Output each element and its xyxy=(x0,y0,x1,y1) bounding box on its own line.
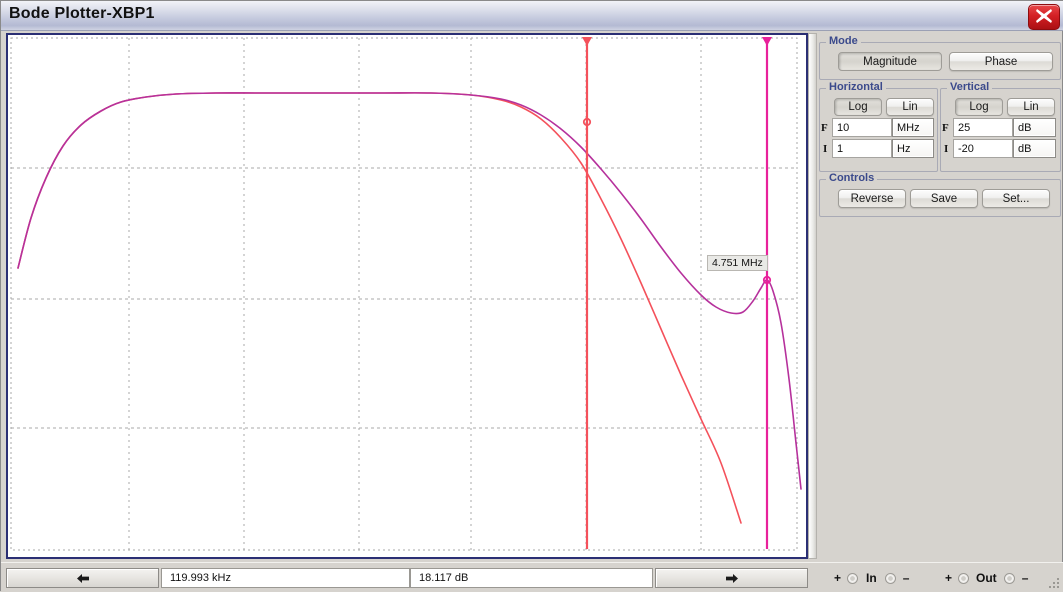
vertical-lin-button[interactable]: Lin xyxy=(1007,98,1055,116)
horizontal-group: Horizontal Log Lin F 10 MHz I 1 Hz xyxy=(819,81,938,172)
horizontal-lin-button[interactable]: Lin xyxy=(886,98,934,116)
vertical-final-value-field[interactable]: 25 xyxy=(953,118,1013,137)
mode-group: Mode Magnitude Phase xyxy=(819,35,1061,80)
vertical-group-legend: Vertical xyxy=(947,81,993,93)
set-button[interactable]: Set... xyxy=(982,189,1050,208)
plot-cursors[interactable] xyxy=(582,37,772,549)
controls-group: Controls Reverse Save Set... xyxy=(819,172,1061,217)
cursor-2-handle xyxy=(762,37,772,46)
output-gain-controls: + Out – xyxy=(945,568,1028,588)
cursor-next-button[interactable] xyxy=(655,568,808,588)
reverse-button[interactable]: Reverse xyxy=(838,189,906,208)
out-decrease-radio[interactable] xyxy=(1003,572,1015,584)
in-decrease-button[interactable]: – xyxy=(903,571,910,585)
horizontal-initial-value-field[interactable]: 1 xyxy=(832,139,892,158)
mode-phase-button[interactable]: Phase xyxy=(949,52,1053,71)
plot-area[interactable]: 4.751 MHz xyxy=(6,33,808,559)
window-title: Bode Plotter-XBP1 xyxy=(9,5,155,22)
bode-plotter-window: Bode Plotter-XBP1 4.751 MHz Mode Magnitu… xyxy=(0,0,1063,592)
horizontal-group-legend: Horizontal xyxy=(826,81,886,93)
horizontal-log-button[interactable]: Log xyxy=(834,98,882,116)
plot-gridlines xyxy=(10,37,798,551)
plot-vertical-scrollbar[interactable] xyxy=(808,33,817,559)
title-bar: Bode Plotter-XBP1 xyxy=(1,1,1063,31)
in-increase-radio[interactable] xyxy=(847,572,859,584)
control-panel: Mode Magnitude Phase Horizontal Log Lin … xyxy=(819,34,1061,217)
left-arrow-icon xyxy=(76,573,89,583)
plot-canvas: 4.751 MHz xyxy=(8,35,806,557)
cursor-readout-label: 4.751 MHz xyxy=(707,255,768,271)
vertical-group: Vertical Log Lin F 25 dB I -20 dB xyxy=(940,81,1061,172)
horizontal-final-unit-field[interactable]: MHz xyxy=(892,118,934,137)
cursor-1-handle xyxy=(582,37,592,46)
frequency-readout-field: 119.993 kHz xyxy=(161,568,410,588)
cursor-prev-button[interactable] xyxy=(6,568,159,588)
plot-traces xyxy=(17,92,802,524)
vertical-initial-unit-field[interactable]: dB xyxy=(1013,139,1056,158)
horizontal-final-row-label: F xyxy=(821,122,828,134)
vertical-final-row-label: F xyxy=(942,122,949,134)
out-label: Out xyxy=(976,571,997,585)
horizontal-initial-unit-field[interactable]: Hz xyxy=(892,139,934,158)
close-button[interactable] xyxy=(1028,4,1060,30)
vertical-log-button[interactable]: Log xyxy=(955,98,1003,116)
mode-group-legend: Mode xyxy=(826,35,861,47)
out-increase-button[interactable]: + xyxy=(945,571,952,585)
in-label: In xyxy=(866,571,877,585)
in-decrease-radio[interactable] xyxy=(884,572,896,584)
vertical-initial-value-field[interactable]: -20 xyxy=(953,139,1013,158)
right-arrow-icon xyxy=(725,573,738,583)
out-decrease-button[interactable]: – xyxy=(1022,571,1029,585)
controls-group-legend: Controls xyxy=(826,172,878,184)
resize-grip-icon[interactable] xyxy=(1047,576,1061,590)
vertical-final-unit-field[interactable]: dB xyxy=(1013,118,1056,137)
in-increase-button[interactable]: + xyxy=(834,571,841,585)
save-button[interactable]: Save xyxy=(910,189,978,208)
horizontal-final-value-field[interactable]: 10 xyxy=(832,118,892,137)
status-bar: 119.993 kHz 18.117 dB + In – + Out – xyxy=(1,562,1063,592)
close-icon xyxy=(1036,9,1052,23)
vertical-initial-row-label: I xyxy=(944,143,949,155)
out-increase-radio[interactable] xyxy=(958,572,970,584)
magnitude-readout-field: 18.117 dB xyxy=(410,568,653,588)
bode-plot-svg xyxy=(10,37,802,551)
trace-resonant-response xyxy=(17,92,802,490)
horizontal-initial-row-label: I xyxy=(823,143,828,155)
trace-filter-rolloff xyxy=(17,92,742,524)
mode-magnitude-button[interactable]: Magnitude xyxy=(838,52,942,71)
input-gain-controls: + In – xyxy=(834,568,909,588)
